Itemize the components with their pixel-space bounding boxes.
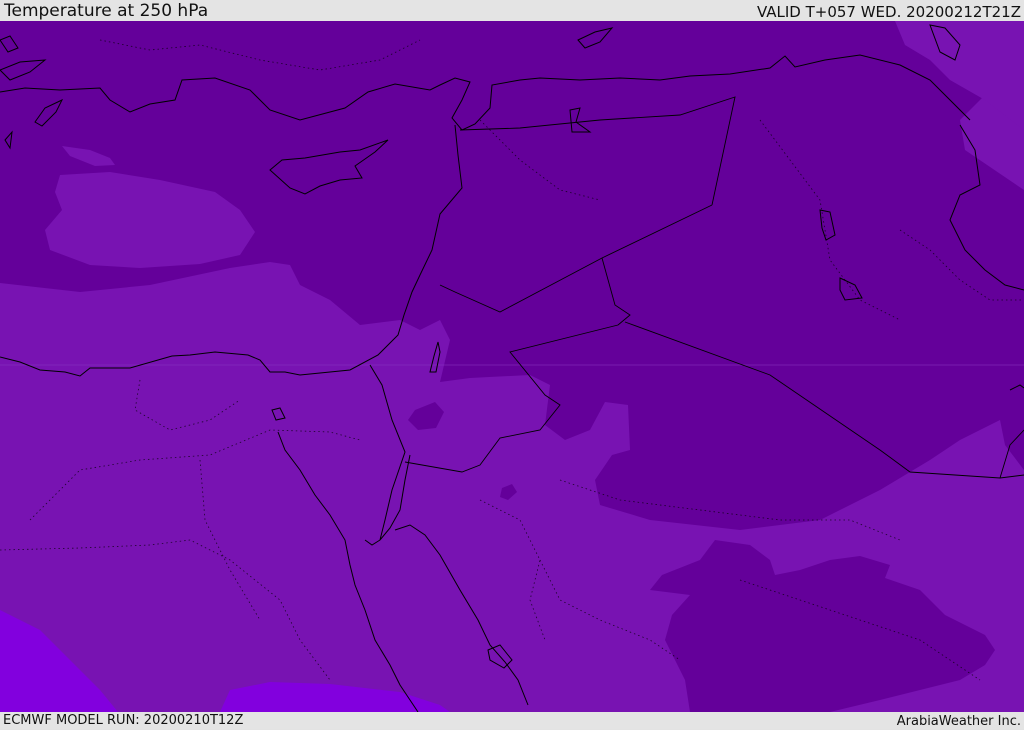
map-title: Temperature at 250 hPa	[4, 1, 209, 21]
model-run-label: ECMWF MODEL RUN: 20200210T12Z	[3, 713, 244, 728]
header-bar: Temperature at 250 hPa VALID T+057 WED. …	[0, 0, 1024, 21]
footer-bar: ECMWF MODEL RUN: 20200210T12Z ArabiaWeat…	[0, 712, 1024, 729]
valid-time: VALID T+057 WED. 20200212T21Z	[756, 3, 1021, 21]
credit-label: ArabiaWeather Inc.	[896, 714, 1021, 729]
weather-map	[0, 21, 1024, 712]
